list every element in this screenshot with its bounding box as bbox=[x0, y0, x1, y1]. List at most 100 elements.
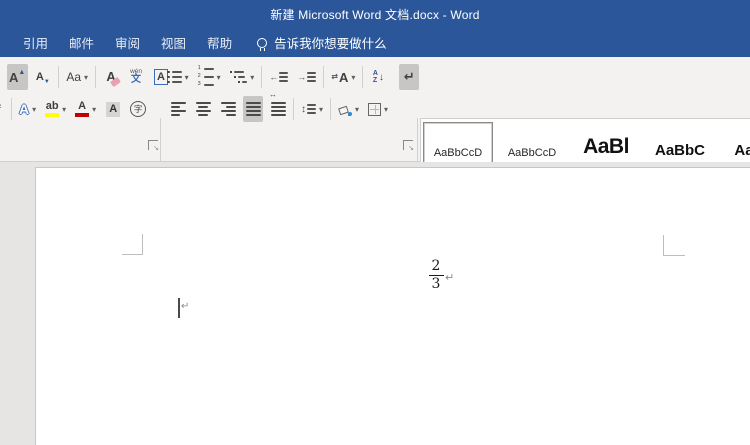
dropdown-icon: ▾ bbox=[216, 72, 221, 82]
justify-button[interactable] bbox=[243, 96, 263, 122]
superscript-button[interactable]: x² bbox=[0, 96, 6, 122]
tab-references[interactable]: 引用 bbox=[23, 33, 48, 52]
asian-layout-icon: A bbox=[338, 69, 349, 85]
grow-font-caret-icon: ▲ bbox=[18, 68, 26, 76]
tab-mailings[interactable]: 邮件 bbox=[69, 33, 94, 52]
numbering-icon: 1 2 3 bbox=[198, 66, 214, 88]
launcher-arrow-icon: ↘ bbox=[408, 145, 414, 152]
align-left-button[interactable] bbox=[168, 96, 188, 122]
dropdown-icon: ▾ bbox=[184, 72, 189, 82]
decrease-indent-button[interactable]: ← bbox=[267, 64, 290, 90]
clear-formatting-icon: A bbox=[106, 68, 121, 88]
fraction-numerator: 2 bbox=[431, 258, 441, 274]
dropdown-icon: ▾ bbox=[92, 104, 97, 114]
bullets-icon bbox=[167, 70, 182, 84]
divider bbox=[58, 66, 60, 88]
divider bbox=[11, 98, 12, 120]
divider bbox=[293, 98, 294, 120]
dropdown-icon: ▾ bbox=[384, 104, 389, 114]
margin-mark-right-horizontal bbox=[663, 255, 685, 256]
font-group-row1: A ▲ A ▼ Aa ▾ A wén 文 A bbox=[0, 63, 171, 91]
fraction-equation[interactable]: 2 3 bbox=[426, 259, 446, 292]
tab-view[interactable]: 视图 bbox=[161, 33, 186, 52]
justify-icon bbox=[245, 102, 261, 116]
character-shading-button[interactable]: A bbox=[103, 96, 123, 122]
divider bbox=[261, 66, 263, 88]
shading-bucket-icon bbox=[338, 103, 353, 116]
divider bbox=[95, 66, 97, 88]
numbering-button[interactable]: 1 2 3 ▾ bbox=[196, 64, 223, 90]
margin-mark-left-horizontal bbox=[122, 254, 143, 255]
paragraph-mark-icon: ↵ bbox=[403, 69, 415, 84]
align-center-button[interactable] bbox=[193, 96, 213, 122]
paragraph-group-row1: ▾ 1 2 3 ▾ ▾ ← → ⇄ A ▾ A Z ↓ ↵ bbox=[165, 63, 420, 91]
line-spacing-button[interactable]: ↕ ▾ bbox=[299, 96, 325, 122]
grow-font-button[interactable]: A ▲ bbox=[7, 64, 29, 90]
borders-button[interactable]: ▾ bbox=[366, 96, 390, 122]
tell-me-label: 告诉我你想要做什么 bbox=[274, 37, 387, 51]
launcher-arrow-icon: ↘ bbox=[153, 145, 159, 152]
paragraph-group-row2: ↔ ↕ ▾ ▾ ▾ bbox=[168, 90, 390, 123]
asian-layout-button[interactable]: ⇄ A ▾ bbox=[329, 64, 357, 90]
distributed-icon bbox=[270, 102, 286, 116]
align-left-icon bbox=[170, 102, 186, 116]
dropdown-icon: ▾ bbox=[250, 72, 255, 82]
word-window: 新建 Microsoft Word 文档.docx - Word 引用 邮件 审… bbox=[0, 0, 750, 445]
text-effects-icon: A bbox=[19, 101, 30, 117]
ribbon: A ▲ A ▼ Aa ▾ A wén 文 A A ▾ ab ▾ A ▾ A 字 … bbox=[0, 57, 750, 210]
margin-mark-right-vertical bbox=[663, 235, 664, 256]
lightbulb-icon bbox=[257, 37, 268, 51]
divider bbox=[323, 66, 325, 88]
highlight-color-button[interactable]: ab ▾ bbox=[43, 96, 68, 122]
phonetic-guide-icon: wén 文 bbox=[130, 67, 142, 86]
margin-mark-left-vertical bbox=[142, 234, 143, 255]
divider bbox=[330, 98, 332, 120]
show-hide-marks-button[interactable]: ↵ bbox=[399, 64, 420, 90]
page[interactable]: 2 3 ↵ ↵ bbox=[35, 167, 750, 445]
text-effects-button[interactable]: A ▾ bbox=[17, 96, 38, 122]
tab-review[interactable]: 审阅 bbox=[115, 33, 140, 52]
paragraph-end-mark-icon: ↵ bbox=[181, 301, 190, 312]
increase-indent-icon: → bbox=[297, 72, 317, 82]
font-dialog-launcher[interactable]: ↘ bbox=[148, 140, 159, 152]
enclose-characters-button[interactable]: 字 bbox=[128, 96, 148, 122]
divider bbox=[362, 66, 364, 88]
highlight-color-icon: ab bbox=[45, 101, 60, 117]
ribbon-tab-row: 引用 邮件 审阅 视图 帮助 告诉我你想要做什么 bbox=[0, 28, 750, 57]
align-center-icon bbox=[195, 102, 211, 116]
window-title: 新建 Microsoft Word 文档.docx - Word bbox=[270, 7, 480, 22]
shrink-font-button[interactable]: A ▼ bbox=[33, 64, 53, 90]
phonetic-guide-button[interactable]: wén 文 bbox=[126, 64, 146, 90]
bullets-button[interactable]: ▾ bbox=[165, 64, 191, 90]
text-cursor bbox=[178, 298, 180, 318]
font-color-button[interactable]: A ▾ bbox=[73, 96, 98, 122]
asian-layout-arrows-icon: ⇄ bbox=[331, 72, 338, 81]
document-area: 2 3 ↵ ↵ bbox=[0, 162, 750, 445]
paragraph-end-mark-icon: ↵ bbox=[445, 272, 455, 284]
paragraph-dialog-launcher[interactable]: ↘ bbox=[403, 140, 414, 152]
tab-help[interactable]: 帮助 bbox=[207, 33, 232, 52]
align-right-button[interactable] bbox=[218, 96, 238, 122]
enclose-characters-icon: 字 bbox=[130, 101, 147, 117]
clear-formatting-button[interactable]: A bbox=[101, 64, 121, 90]
dropdown-icon: ▾ bbox=[319, 104, 324, 114]
dropdown-icon: ▾ bbox=[84, 72, 89, 82]
borders-icon bbox=[368, 102, 382, 116]
change-case-button[interactable]: Aa ▾ bbox=[64, 64, 90, 90]
line-spacing-icon: ↕ bbox=[301, 104, 316, 115]
multilevel-list-icon bbox=[229, 70, 248, 84]
font-color-icon: A bbox=[75, 101, 90, 117]
shading-button[interactable]: ▾ bbox=[336, 96, 361, 122]
distributed-button[interactable]: ↔ bbox=[268, 90, 288, 122]
sort-button[interactable]: A Z ↓ bbox=[368, 64, 388, 90]
increase-indent-button[interactable]: → bbox=[295, 64, 318, 90]
dropdown-icon: ▾ bbox=[32, 104, 37, 114]
character-shading-icon: A bbox=[106, 101, 121, 117]
dropdown-icon: ▾ bbox=[62, 104, 67, 114]
tell-me-box[interactable]: 告诉我你想要做什么 bbox=[257, 33, 387, 52]
multilevel-list-button[interactable]: ▾ bbox=[228, 64, 257, 90]
dropdown-icon: ▾ bbox=[355, 104, 360, 114]
dropdown-icon: ▾ bbox=[351, 72, 356, 82]
fraction-denominator: 3 bbox=[431, 276, 441, 292]
font-group-row2: x² A ▾ ab ▾ A ▾ A bbox=[0, 95, 148, 123]
